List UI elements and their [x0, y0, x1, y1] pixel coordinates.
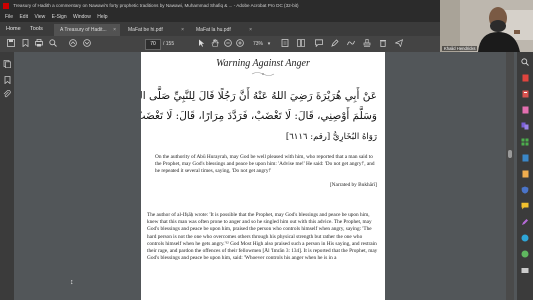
organize-pages-icon[interactable] — [521, 138, 529, 146]
delete-icon[interactable] — [378, 39, 388, 49]
close-icon[interactable]: × — [181, 24, 184, 36]
comment-tool-icon[interactable] — [521, 202, 529, 210]
page-up-icon[interactable] — [68, 39, 78, 49]
menu-window[interactable]: Window — [73, 14, 91, 20]
close-icon[interactable]: × — [113, 24, 116, 36]
zoom-in-icon[interactable] — [236, 39, 244, 49]
export-pdf-icon[interactable] — [521, 74, 529, 82]
send-review-icon[interactable] — [521, 234, 529, 242]
page-total: / 155 — [163, 41, 175, 47]
right-tools-rail — [517, 52, 533, 300]
home-tab[interactable]: Home — [6, 22, 21, 36]
pdf-page: Warning Against Anger عَنْ أَبِي هُرَيْر… — [141, 52, 385, 300]
page-down-icon[interactable] — [82, 39, 92, 49]
narration-source: [Narrated by Bukhārī] — [329, 182, 377, 188]
cursor-icon[interactable] — [196, 39, 206, 49]
close-icon[interactable]: × — [249, 24, 252, 36]
protect-icon[interactable] — [521, 186, 529, 194]
search-icon[interactable] — [48, 39, 58, 49]
tab-document-2[interactable]: MaFat be hi.pdf × — [122, 24, 188, 36]
stamp-tool-icon[interactable] — [521, 266, 529, 274]
hadith-translation: On the authority of Abū Hurayrah, may Go… — [155, 154, 375, 175]
draw-icon[interactable] — [346, 39, 356, 49]
window-title: Treasury of Hadith a commentary on Nawaw… — [13, 3, 299, 8]
tools-tab[interactable]: Tools — [30, 22, 43, 36]
page-number-input[interactable]: 70 — [145, 39, 161, 50]
arabic-line-1: عَنْ أَبِي هُرَيْرَةَ رَضِيَ اللهُ عَنْه… — [141, 90, 377, 102]
tab-document-1[interactable]: A Treasury of Hadit... × — [54, 24, 120, 36]
arabic-line-2: وَسَلَّمَ أَوْصِنِي، قَالَ: لَا تَغْضَبْ… — [141, 110, 377, 122]
tab-label: MaFat be hi.pdf — [128, 27, 163, 33]
menu-view[interactable]: View — [34, 14, 45, 20]
webcam-overlay: Khalid Hendricks — [440, 0, 533, 52]
chevron-down-icon[interactable]: ▾ — [266, 39, 272, 49]
menu-esign[interactable]: E-Sign — [52, 14, 67, 20]
hand-icon[interactable] — [210, 39, 220, 49]
menu-edit[interactable]: Edit — [19, 14, 28, 20]
arabic-reference: رَوَاهُ البُخَارِيُّ [رقم: ٦١١٦] — [285, 132, 377, 142]
acrobat-icon — [3, 2, 9, 9]
send-icon[interactable] — [394, 39, 404, 49]
save-icon[interactable] — [6, 39, 16, 49]
scan-icon[interactable] — [521, 170, 529, 178]
zoom-level[interactable]: 73% — [250, 39, 266, 49]
tab-label: MaFat la hu.pdf — [196, 27, 231, 33]
stamp-icon[interactable] — [362, 39, 372, 49]
window-titlebar: Treasury of Hadith a commentary on Nawaw… — [0, 0, 440, 12]
fit-page-icon[interactable] — [280, 39, 290, 49]
left-navigation-rail — [0, 52, 14, 300]
tab-document-3[interactable]: MaFat la hu.pdf × — [190, 24, 256, 36]
bookmark-icon[interactable] — [20, 39, 30, 49]
menu-help[interactable]: Help — [97, 14, 107, 20]
highlight-pen-icon[interactable] — [330, 39, 340, 49]
presenter-video — [440, 0, 533, 52]
export-icon[interactable] — [521, 154, 529, 162]
fill-sign-icon[interactable] — [521, 218, 529, 226]
tab-label: A Treasury of Hadit... — [60, 27, 107, 33]
commentary-text: The author of al-Ifṣāḥ wrote: 'It is pos… — [147, 212, 378, 262]
scroll-mode-icon[interactable] — [296, 39, 306, 49]
zoom-search-icon[interactable] — [521, 58, 529, 66]
bookmark-panel-icon[interactable] — [3, 76, 11, 85]
page-heading: Warning Against Anger — [216, 58, 310, 69]
print-icon[interactable] — [34, 39, 44, 49]
scrollbar-thumb[interactable] — [508, 150, 512, 158]
mouse-cursor-icon: ↕ — [70, 279, 74, 286]
menu-bar: File Edit View E-Sign Window Help — [0, 12, 440, 22]
combine-files-icon[interactable] — [521, 122, 529, 130]
presenter-name: Khalid Hendricks — [442, 46, 478, 51]
comment-icon[interactable] — [314, 39, 324, 49]
more-tools-icon[interactable] — [521, 250, 529, 258]
pages-icon[interactable] — [3, 60, 11, 69]
create-pdf-icon[interactable] — [521, 90, 529, 98]
ornament-divider — [251, 72, 275, 76]
menu-file[interactable]: File — [5, 14, 13, 20]
attachment-icon[interactable] — [3, 90, 11, 98]
zoom-out-icon[interactable] — [224, 39, 232, 49]
edit-pdf-icon[interactable] — [521, 106, 529, 114]
vertical-scrollbar[interactable] — [506, 52, 514, 300]
